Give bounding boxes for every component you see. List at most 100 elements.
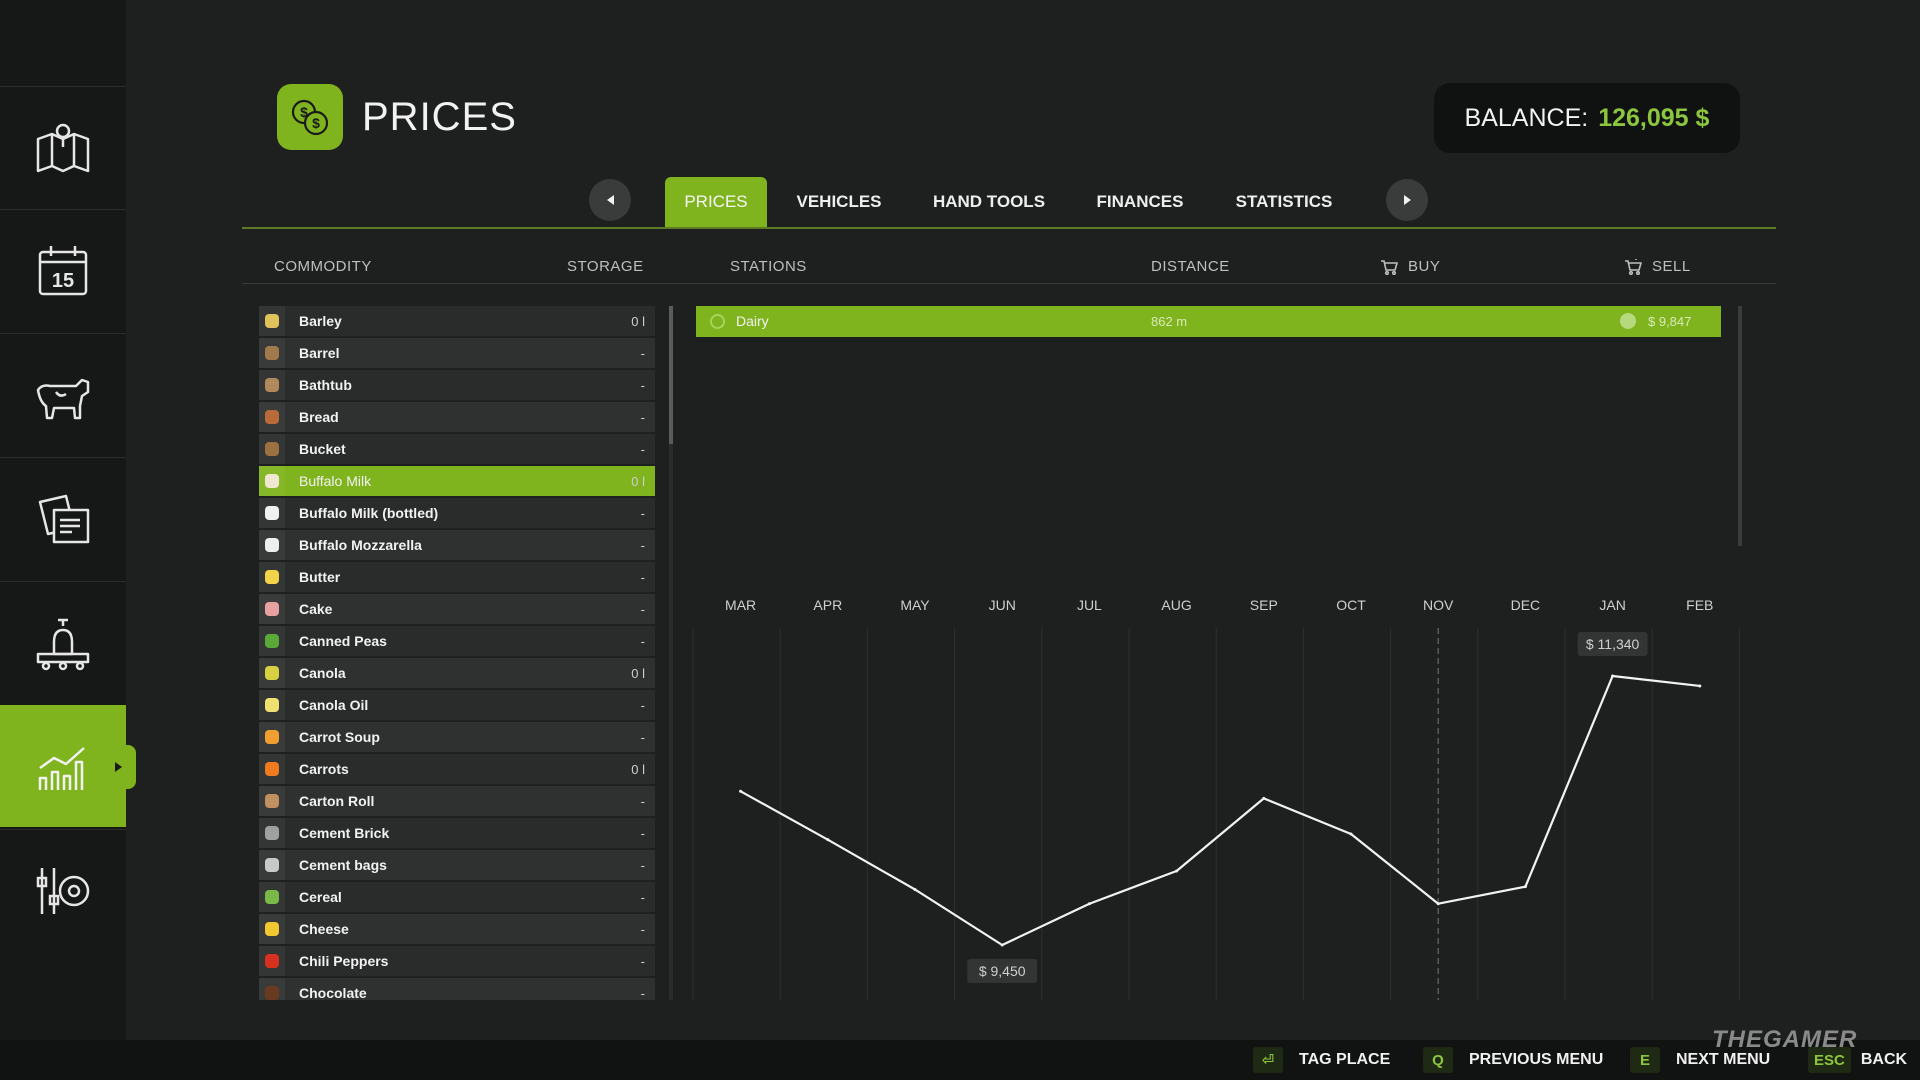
- sidebar-item-production[interactable]: [0, 581, 126, 703]
- animals-icon: [36, 378, 90, 419]
- commodity-row[interactable]: Canola Oil -: [259, 690, 655, 720]
- commodity-row[interactable]: Barley 0 l: [259, 306, 655, 336]
- commodity-row[interactable]: Cake -: [259, 594, 655, 624]
- chart-point: [913, 887, 917, 891]
- sell-label: SELL: [1652, 258, 1691, 275]
- column-header-sell: SELL: [1624, 258, 1691, 275]
- prices-chart-icon: [38, 746, 85, 790]
- tab-prev-button[interactable]: [589, 179, 631, 221]
- commodity-row[interactable]: Cereal -: [259, 882, 655, 912]
- commodity-icon: [259, 626, 285, 656]
- sidebar-item-settings[interactable]: [0, 829, 126, 951]
- chart-month-label: JUN: [989, 597, 1016, 613]
- commodity-storage: 0 l: [631, 473, 645, 489]
- commodity-row[interactable]: Bathtub -: [259, 370, 655, 400]
- commodity-icon: [259, 978, 285, 1000]
- chart-month-label: MAY: [900, 597, 930, 613]
- sidebar-item-map[interactable]: [0, 86, 126, 208]
- commodity-row[interactable]: Buffalo Milk 0 l: [259, 466, 655, 496]
- sell-coin-icon: [1620, 313, 1636, 329]
- commodity-name: Barley: [299, 313, 342, 329]
- commodity-name: Bucket: [299, 441, 346, 457]
- chart-month-label: JUL: [1077, 597, 1102, 613]
- tab-divider: [242, 227, 1776, 229]
- sidebar-item-prices[interactable]: [0, 705, 136, 827]
- hint-previous-menu[interactable]: Q PREVIOUS MENU: [1423, 1040, 1603, 1080]
- commodity-name: Barrel: [299, 345, 340, 361]
- sidebar: 15: [0, 0, 136, 1040]
- commodity-row[interactable]: Bread -: [259, 402, 655, 432]
- station-list-scrollbar[interactable]: [1738, 306, 1742, 546]
- chart-point: [739, 789, 743, 793]
- sidebar-item-animals[interactable]: [0, 333, 126, 455]
- chart-month-label: NOV: [1423, 597, 1454, 613]
- chart-month-label: SEP: [1250, 597, 1278, 613]
- sidebar-item-calendar[interactable]: 15: [0, 209, 126, 331]
- key-e: E: [1630, 1047, 1660, 1073]
- commodity-name: Chocolate: [299, 985, 367, 1000]
- tab-finances[interactable]: FINANCES: [1080, 177, 1200, 227]
- commodity-row[interactable]: Cement Brick -: [259, 818, 655, 848]
- chart-point: [1698, 684, 1702, 688]
- commodity-row[interactable]: Buffalo Mozzarella -: [259, 530, 655, 560]
- commodity-row[interactable]: Bucket -: [259, 434, 655, 464]
- commodity-row[interactable]: Butter -: [259, 562, 655, 592]
- commodity-name: Buffalo Milk: [299, 473, 372, 489]
- tab-vehicles[interactable]: VEHICLES: [780, 177, 898, 227]
- commodity-row[interactable]: Chili Peppers -: [259, 946, 655, 976]
- station-sell-price: $ 9,847: [1648, 314, 1692, 329]
- commodity-icon: [259, 562, 285, 592]
- commodity-icon: [259, 786, 285, 816]
- tab-next-button[interactable]: [1386, 179, 1428, 221]
- commodity-list-scrollbar[interactable]: [669, 306, 673, 1000]
- commodity-storage: -: [640, 889, 645, 905]
- commodity-icon: [259, 402, 285, 432]
- commodity-storage: -: [640, 345, 645, 361]
- commodity-name: Cheese: [299, 921, 349, 937]
- commodity-icon: [259, 338, 285, 368]
- column-header-commodity: COMMODITY: [274, 258, 372, 275]
- coins-icon: $ $: [291, 99, 329, 136]
- commodity-row[interactable]: Chocolate -: [259, 978, 655, 1000]
- commodity-icon: [259, 818, 285, 848]
- chart-label-text: $ 11,340: [1586, 636, 1640, 652]
- column-header-stations: STATIONS: [730, 258, 807, 275]
- price-history-chart: MAR APR MAY JUN JUL AUG SEP OCT NOV DEC JAN FEB $ 9,…: [692, 597, 1740, 1000]
- commodity-icon: [259, 722, 285, 752]
- commodity-row[interactable]: Cheese -: [259, 914, 655, 944]
- commodity-row[interactable]: Barrel -: [259, 338, 655, 368]
- commodity-row[interactable]: Carrots 0 l: [259, 754, 655, 784]
- commodity-name: Bread: [299, 409, 339, 425]
- commodity-icon: [259, 530, 285, 560]
- commodity-row[interactable]: Buffalo Milk (bottled) -: [259, 498, 655, 528]
- key-enter-icon: ⏎: [1253, 1047, 1283, 1073]
- commodity-row[interactable]: Carton Roll -: [259, 786, 655, 816]
- column-header-distance: DISTANCE: [1151, 258, 1230, 275]
- production-icon: [36, 618, 90, 670]
- scrollbar-thumb[interactable]: [669, 306, 673, 444]
- commodity-row[interactable]: Cement bags -: [259, 850, 655, 880]
- commodity-storage: -: [640, 729, 645, 745]
- sidebar-item-contracts[interactable]: [0, 457, 126, 579]
- chart-point: [1262, 796, 1266, 800]
- chart-month-label: OCT: [1336, 597, 1366, 613]
- station-row-dairy[interactable]: Dairy 862 m $ 9,847: [696, 306, 1721, 337]
- commodity-name: Cereal: [299, 889, 342, 905]
- tab-prices[interactable]: PRICES: [665, 177, 767, 227]
- commodity-row[interactable]: Canola 0 l: [259, 658, 655, 688]
- hint-tag-place[interactable]: ⏎ TAG PLACE: [1253, 1040, 1390, 1080]
- page-icon: $ $: [277, 84, 343, 150]
- station-name: Dairy: [736, 313, 769, 329]
- tab-hand-tools[interactable]: HAND TOOLS: [918, 177, 1060, 227]
- column-header-buy: BUY: [1380, 258, 1440, 275]
- commodity-row[interactable]: Canned Peas -: [259, 626, 655, 656]
- commodity-icon: [259, 754, 285, 784]
- commodity-name: Carrot Soup: [299, 729, 380, 745]
- chart-month-label: DEC: [1511, 597, 1541, 613]
- tab-statistics[interactable]: STATISTICS: [1220, 177, 1348, 227]
- commodity-storage: -: [640, 377, 645, 393]
- chart-max-label: $ 11,340: [1577, 632, 1648, 656]
- commodity-row[interactable]: Carrot Soup -: [259, 722, 655, 752]
- key-q: Q: [1423, 1047, 1453, 1073]
- calendar-icon: 15: [38, 245, 88, 295]
